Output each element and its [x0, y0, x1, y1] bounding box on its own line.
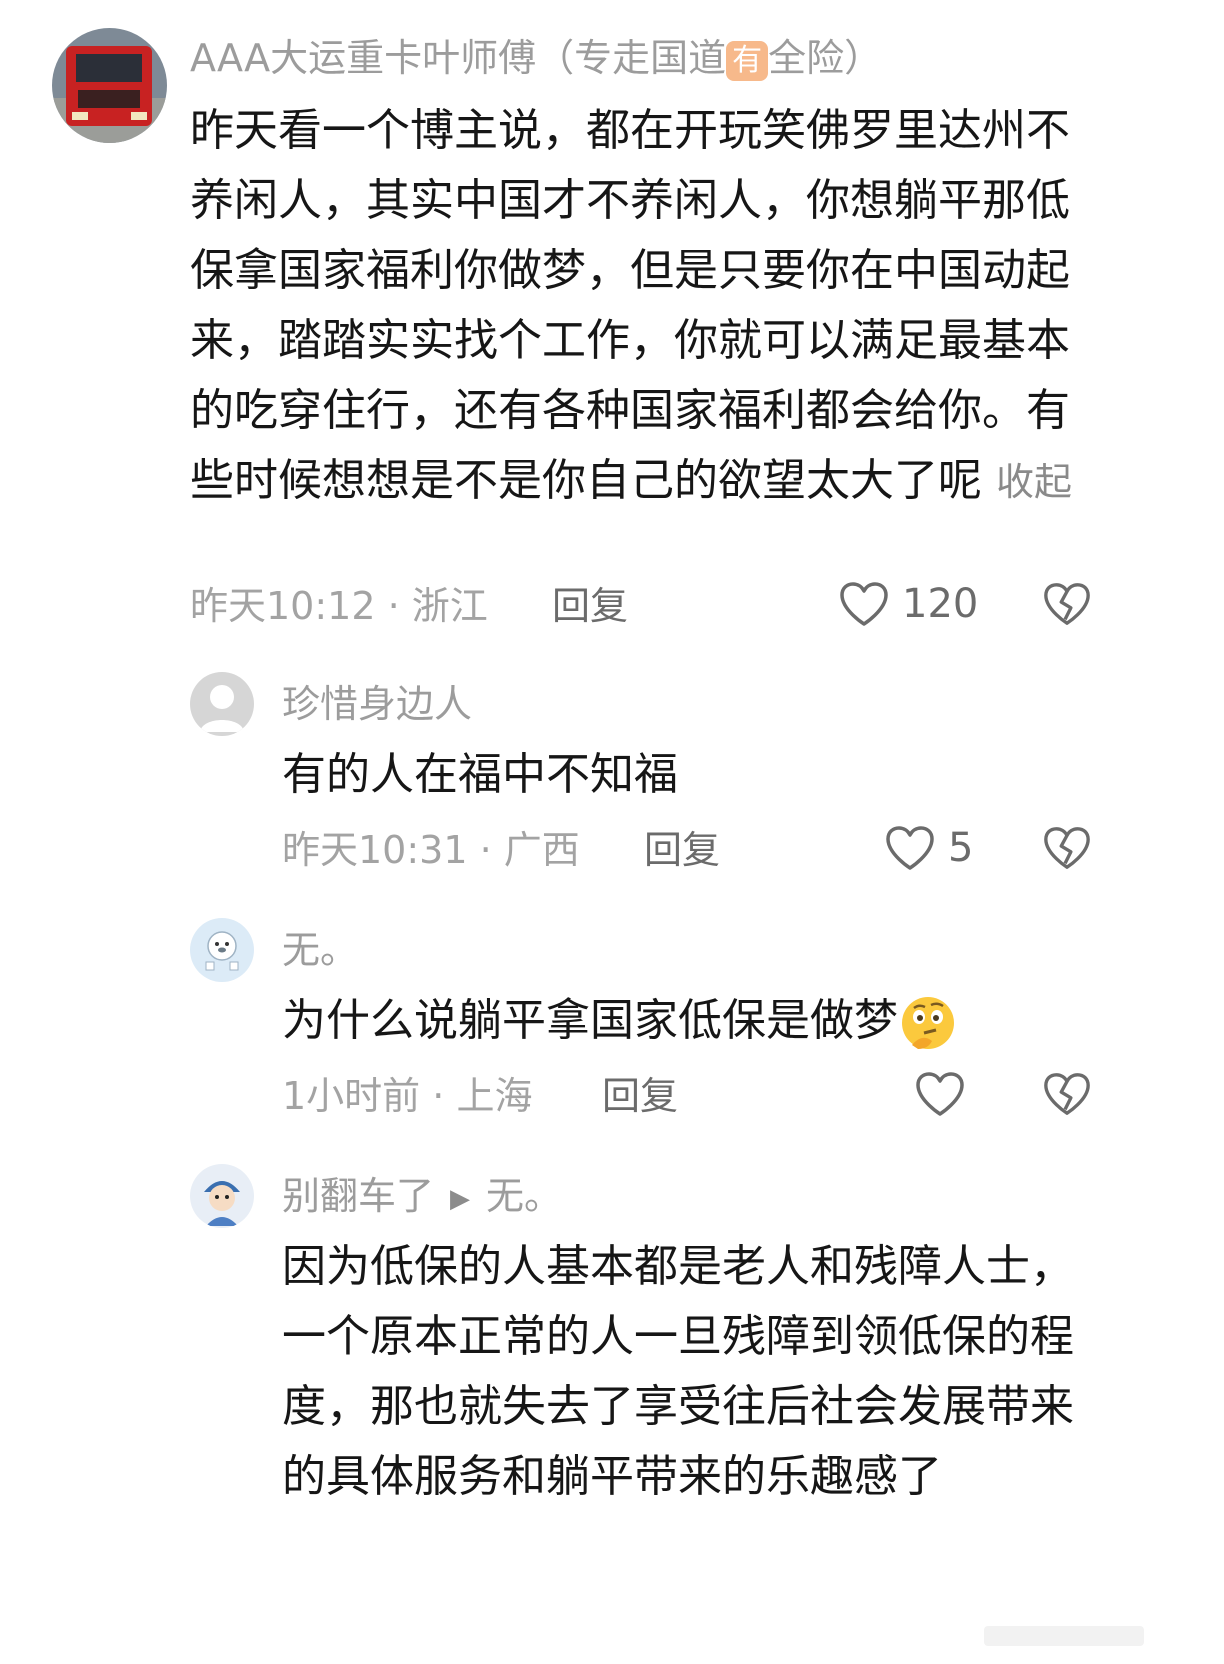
- comment-time: 昨天10:12: [190, 584, 376, 628]
- username-badge: 有: [726, 40, 769, 81]
- comment-time: 1小时前: [282, 1074, 421, 1118]
- heart-icon: [916, 1072, 964, 1116]
- reply-to-username: 无。: [486, 1174, 563, 1218]
- broken-heart-icon[interactable]: [1042, 824, 1092, 872]
- comment-username[interactable]: 无。: [282, 928, 358, 972]
- like-button[interactable]: 5: [884, 824, 973, 872]
- comment-meta: 1小时前 · 上海: [282, 1074, 533, 1118]
- username-text: 别翻车了: [282, 1174, 435, 1218]
- like-button[interactable]: [914, 1070, 978, 1118]
- avatar-default[interactable]: [190, 672, 254, 736]
- comment-location: 广西: [503, 828, 580, 872]
- reply-button[interactable]: 回复: [644, 828, 720, 872]
- thinking-face-icon: [902, 997, 954, 1049]
- comment-username[interactable]: 别翻车了 ▶ 无。: [282, 1174, 562, 1221]
- collapse-link[interactable]: 收起: [996, 460, 1072, 504]
- comment-text: 为什么说躺平拿国家低保是做梦: [282, 995, 898, 1046]
- comment-meta: 昨天10:31 · 广西: [282, 828, 580, 872]
- watermark-logo: [984, 1626, 1144, 1646]
- comment-text: 因为低保的人基本都是老人和残障人士，一个原本正常的人一旦残障到领低保的程度，那也…: [282, 1241, 1074, 1502]
- avatar-cartoon-boy[interactable]: [190, 1164, 254, 1228]
- comment-text: 昨天看一个博主说，都在开玩笑佛罗里达州不养闲人，其实中国才不养闲人，你想躺平那低…: [190, 105, 1070, 506]
- avatar-truck[interactable]: [52, 28, 167, 143]
- comment-body: 为什么说躺平拿国家低保是做梦: [282, 986, 1092, 1056]
- like-button[interactable]: 120: [838, 580, 978, 628]
- comment-location: 上海: [456, 1074, 533, 1118]
- comment-username[interactable]: 珍惜身边人: [282, 682, 472, 726]
- comment-username[interactable]: AAA大运重卡叶师傅（专走国道有全险）: [190, 36, 882, 81]
- comment-location: 浙江: [411, 584, 488, 628]
- reply-arrow-icon: ▶: [450, 1183, 471, 1214]
- heart-icon: [886, 826, 934, 870]
- like-count: 120: [902, 581, 979, 627]
- comment-time: 昨天10:31: [282, 828, 468, 872]
- broken-heart-icon[interactable]: [1042, 580, 1092, 628]
- broken-heart-icon[interactable]: [1042, 1070, 1092, 1118]
- like-count: 5: [948, 825, 974, 871]
- comment-body: 昨天看一个博主说，都在开玩笑佛罗里达州不养闲人，其实中国才不养闲人，你想躺平那低…: [190, 96, 1090, 517]
- comment-text: 有的人在福中不知福: [282, 749, 678, 800]
- username-text: AAA大运重卡叶师傅（专走国道: [190, 36, 727, 80]
- username-suffix: 全险）: [768, 36, 883, 80]
- comment-meta: 昨天10:12 · 浙江: [190, 584, 488, 628]
- avatar-cartoon-bear[interactable]: [190, 918, 254, 982]
- reply-button[interactable]: 回复: [602, 1074, 678, 1118]
- reply-button[interactable]: 回复: [552, 584, 628, 628]
- heart-icon: [840, 582, 888, 626]
